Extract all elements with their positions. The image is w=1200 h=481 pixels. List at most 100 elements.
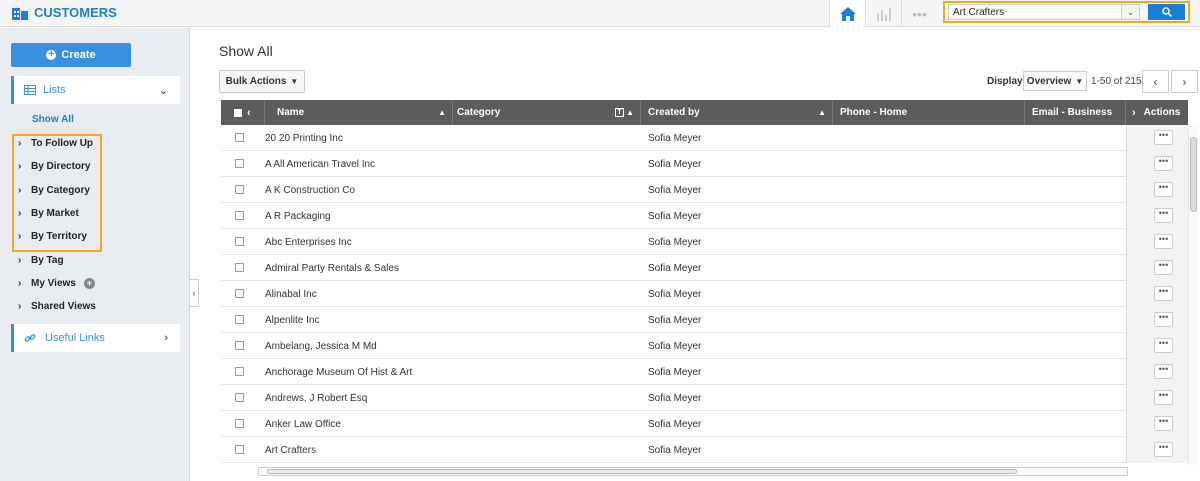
chevron-down-icon[interactable]: ⌄ [1122, 4, 1140, 20]
sidebar-item-by-territory[interactable]: › By Territory [18, 225, 96, 248]
app-brand[interactable]: CUSTOMERS [12, 5, 117, 20]
table-row[interactable]: A K Construction Co Sofia Meyer ••• [221, 177, 1188, 203]
row-checkbox[interactable] [235, 289, 244, 298]
row-checkbox[interactable] [235, 185, 244, 194]
scrollbar-thumb[interactable] [1190, 137, 1197, 212]
cell-name[interactable]: Abc Enterprises Inc [265, 237, 352, 248]
add-view-icon[interactable]: + [83, 277, 95, 289]
chevron-left-icon[interactable]: ‹ [247, 107, 251, 119]
next-page-button[interactable]: › [1171, 70, 1198, 93]
cell-name[interactable]: Ambelang, Jessica M Md [265, 341, 377, 352]
chevron-right-icon[interactable]: › [1132, 107, 1136, 119]
table-row[interactable]: Abc Enterprises Inc Sofia Meyer ••• [221, 229, 1188, 255]
sidebar-item-label: By Territory [31, 231, 87, 243]
sidebar-item-shared-views[interactable]: › Shared Views [18, 295, 96, 318]
search-icon [1161, 7, 1172, 17]
sidebar-item-label: By Category [31, 184, 90, 196]
more-apps-icon[interactable]: ••• [901, 0, 937, 27]
table-row[interactable]: A R Packaging Sofia Meyer ••• [221, 203, 1188, 229]
search-button[interactable] [1148, 4, 1185, 20]
cell-name[interactable]: A All American Travel Inc [265, 159, 375, 170]
table-row[interactable]: Anchorage Museum Of Hist & Art Sofia Meye… [221, 359, 1188, 385]
col-header-phone-home[interactable]: Phone - Home [833, 100, 1025, 125]
row-actions-button[interactable]: ••• [1154, 208, 1173, 223]
row-checkbox[interactable] [235, 237, 244, 246]
row-actions-button[interactable]: ••• [1154, 156, 1173, 171]
cell-name[interactable]: Andrews, J Robert Esq [265, 393, 367, 404]
cell-created-by: Sofia Meyer [648, 237, 702, 248]
bulk-actions-button[interactable]: Bulk Actions ▼ [219, 70, 305, 93]
row-checkbox[interactable] [235, 159, 244, 168]
sidebar-item-to-follow-up[interactable]: › To Follow Up [18, 132, 96, 155]
search-input[interactable] [948, 4, 1122, 20]
create-button[interactable]: + Create [11, 43, 131, 67]
table-row[interactable]: Ambelang, Jessica M Md Sofia Meyer ••• [221, 333, 1188, 359]
cell-name[interactable]: Admiral Party Rentals & Sales [265, 263, 399, 274]
scrollbar-thumb[interactable] [267, 469, 1017, 474]
row-actions-button[interactable]: ••• [1154, 182, 1173, 197]
useful-links-label: Useful Links [45, 332, 105, 344]
collapse-sidebar-button[interactable]: ‹ [190, 279, 199, 307]
table-row[interactable]: Art Crafters Sofia Meyer ••• [221, 437, 1188, 463]
row-checkbox[interactable] [235, 133, 244, 142]
table-row[interactable]: Andrews, J Robert Esq Sofia Meyer ••• [221, 385, 1188, 411]
prev-page-button[interactable]: ‹ [1142, 70, 1169, 93]
table-row[interactable]: Admiral Party Rentals & Sales Sofia Meyer… [221, 255, 1188, 281]
table-row[interactable]: A All American Travel Inc Sofia Meyer ••• [221, 151, 1188, 177]
row-actions-button[interactable]: ••• [1154, 364, 1173, 379]
select-all-checkbox[interactable] [234, 108, 242, 117]
table-row[interactable]: Alinabal Inc Sofia Meyer ••• [221, 281, 1188, 307]
table-row[interactable]: 20 20 Printing Inc Sofia Meyer ••• [221, 125, 1188, 151]
row-actions-button[interactable]: ••• [1154, 260, 1173, 275]
row-actions-button[interactable]: ••• [1154, 312, 1173, 327]
filter-icon[interactable]: T [615, 108, 624, 117]
cell-created-by: Sofia Meyer [648, 419, 702, 430]
bar-chart-icon[interactable] [865, 0, 901, 27]
cell-name[interactable]: Art Crafters [265, 445, 316, 456]
app-nav: ••• [829, 0, 937, 27]
sidebar-views-list: › To Follow Up › By Directory › By Category… [18, 132, 96, 318]
vertical-scrollbar[interactable] [1188, 125, 1198, 465]
table-row[interactable]: Anker Law Office Sofia Meyer ••• [221, 411, 1188, 437]
row-checkbox[interactable] [235, 419, 244, 428]
row-checkbox[interactable] [235, 315, 244, 324]
home-icon[interactable] [829, 0, 865, 27]
sidebar-item-show-all[interactable]: Show All [32, 114, 74, 125]
sidebar-item-by-tag[interactable]: › By Tag [18, 248, 96, 271]
cell-name[interactable]: 20 20 Printing Inc [265, 133, 343, 144]
cell-name[interactable]: Anker Law Office [265, 419, 341, 430]
col-header-created-by[interactable]: Created by ▲ [641, 100, 833, 125]
row-checkbox[interactable] [235, 393, 244, 402]
row-actions-button[interactable]: ••• [1154, 338, 1173, 353]
lists-panel-header[interactable]: Lists ⌄ [11, 76, 180, 104]
sidebar-item-my-views[interactable]: › My Views + [18, 272, 96, 295]
chevron-right-icon: › [164, 332, 168, 344]
cell-name[interactable]: Anchorage Museum Of Hist & Art [265, 367, 412, 378]
row-checkbox[interactable] [235, 445, 244, 454]
display-select[interactable]: Overview ▼ [1023, 71, 1087, 91]
cell-name[interactable]: A R Packaging [265, 211, 331, 222]
useful-links-panel-header[interactable]: Useful Links › [11, 324, 180, 352]
sidebar-item-by-directory[interactable]: › By Directory [18, 155, 96, 178]
row-actions-button[interactable]: ••• [1154, 286, 1173, 301]
row-actions-button[interactable]: ••• [1154, 442, 1173, 457]
row-checkbox[interactable] [235, 263, 244, 272]
cell-name[interactable]: Alinabal Inc [265, 289, 317, 300]
row-actions-button[interactable]: ••• [1154, 234, 1173, 249]
sidebar-item-by-market[interactable]: › By Market [18, 202, 96, 225]
cell-created-by: Sofia Meyer [648, 367, 702, 378]
row-checkbox[interactable] [235, 341, 244, 350]
cell-name[interactable]: Alpenlite Inc [265, 315, 319, 326]
col-header-email-business[interactable]: Email - Business [1025, 100, 1126, 125]
col-header-name[interactable]: Name ▲ [265, 100, 453, 125]
row-actions-button[interactable]: ••• [1154, 130, 1173, 145]
table-row[interactable]: Alpenlite Inc Sofia Meyer ••• [221, 307, 1188, 333]
col-header-category[interactable]: Category T ▲ [453, 100, 641, 125]
row-actions-button[interactable]: ••• [1154, 390, 1173, 405]
cell-name[interactable]: A K Construction Co [265, 185, 355, 196]
row-checkbox[interactable] [235, 367, 244, 376]
sidebar-item-by-category[interactable]: › By Category [18, 179, 96, 202]
horizontal-scrollbar[interactable] [258, 467, 1128, 476]
row-checkbox[interactable] [235, 211, 244, 220]
row-actions-button[interactable]: ••• [1154, 416, 1173, 431]
